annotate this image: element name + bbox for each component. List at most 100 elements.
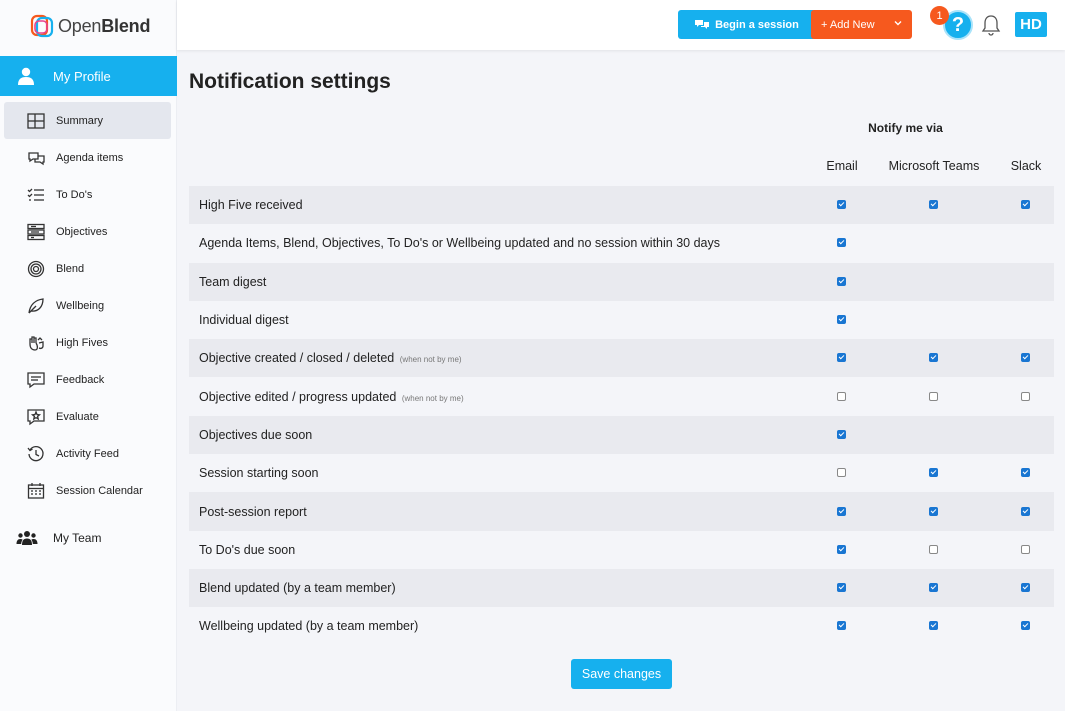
high-five-icon: [26, 333, 46, 353]
my-profile-section[interactable]: My Profile: [0, 56, 177, 96]
column-header-slack: Slack: [1010, 159, 1042, 173]
email-checkbox[interactable]: [837, 544, 846, 554]
teams-checkbox[interactable]: [929, 468, 938, 478]
teams-checkbox[interactable]: [929, 200, 938, 210]
slack-checkbox[interactable]: [1021, 544, 1030, 554]
settings-row-text: Team digest: [199, 274, 267, 289]
logo-text: OpenBlend: [58, 15, 151, 36]
sidebar: OpenBlend My Profile Summary Agenda item…: [0, 0, 177, 711]
openblend-logo[interactable]: OpenBlend: [30, 12, 150, 40]
email-checkbox[interactable]: [837, 276, 846, 286]
settings-row-text: Objective created / closed / deleted: [199, 351, 395, 366]
calendar-icon: [26, 481, 46, 501]
sidebar-item-summary[interactable]: Summary: [4, 102, 171, 139]
sidebar-item-activity-feed[interactable]: Activity Feed: [4, 435, 171, 472]
sidebar-item-label: Activity Feed: [56, 447, 119, 460]
history-icon: [26, 444, 46, 464]
settings-row: Blend updated (by a team member): [189, 568, 1054, 608]
sidebar-item-session-calendar[interactable]: Session Calendar: [4, 472, 171, 509]
openblend-logo-icon: [30, 14, 54, 38]
email-checkbox[interactable]: [837, 238, 846, 248]
my-team-label: My Team: [53, 531, 102, 545]
slack-checkbox[interactable]: [1021, 200, 1030, 210]
teams-checkbox[interactable]: [929, 353, 938, 363]
email-checkbox[interactable]: [837, 315, 846, 325]
sidebar-item-blend[interactable]: Blend: [4, 250, 171, 287]
slack-checkbox[interactable]: [1021, 621, 1030, 631]
settings-row-text: Blend updated (by a team member): [199, 581, 396, 596]
settings-row-label: Post-session report: [199, 505, 307, 519]
sidebar-item-wellbeing[interactable]: Wellbeing: [4, 287, 171, 324]
top-header: Begin a session + Add New ? 1 HD: [177, 0, 1065, 50]
email-checkbox[interactable]: [837, 506, 846, 516]
settings-row-label: High Five received: [199, 198, 303, 212]
add-new-button[interactable]: + Add New: [811, 10, 912, 39]
begin-session-button[interactable]: Begin a session: [678, 10, 816, 39]
slack-checkbox[interactable]: [1021, 506, 1030, 516]
my-team-section[interactable]: My Team: [0, 520, 177, 556]
settings-row: To Do's due soon: [189, 531, 1054, 569]
sidebar-item-evaluate[interactable]: Evaluate: [4, 398, 171, 435]
settings-row: Team digest: [189, 262, 1054, 301]
settings-row-text: To Do's due soon: [199, 542, 296, 557]
bell-icon[interactable]: [981, 14, 1001, 36]
settings-row: Agenda Items, Blend, Objectives, To Do's…: [189, 224, 1054, 262]
leaf-icon: [26, 296, 46, 316]
teams-checkbox[interactable]: [929, 583, 938, 593]
slack-checkbox[interactable]: [1021, 468, 1030, 478]
profile-nav: Summary Agenda items To Do's Objectives …: [4, 102, 171, 509]
objectives-stack-icon: [26, 222, 46, 242]
teams-checkbox[interactable]: [929, 391, 938, 401]
checklist-icon: [26, 185, 46, 205]
save-changes-button[interactable]: Save changes: [571, 659, 672, 689]
email-checkbox[interactable]: [837, 429, 846, 439]
notification-settings-table: High Five received Agenda Items, Blend, O…: [189, 186, 1054, 646]
chevron-down-icon[interactable]: [894, 19, 902, 27]
sidebar-item-feedback[interactable]: Feedback: [4, 361, 171, 398]
teams-checkbox[interactable]: [929, 621, 938, 631]
sidebar-item-objectives[interactable]: Objectives: [4, 213, 171, 250]
settings-row: Objective edited / progress updated (whe…: [189, 377, 1054, 415]
email-checkbox[interactable]: [837, 200, 846, 210]
sidebar-item-label: High Fives: [56, 336, 108, 349]
slack-checkbox[interactable]: [1021, 391, 1030, 401]
teams-checkbox[interactable]: [929, 506, 938, 516]
team-icon: [16, 531, 38, 545]
settings-row: High Five received: [189, 186, 1054, 225]
settings-row-text: Session starting soon: [199, 466, 319, 481]
sidebar-item-label: Blend: [56, 262, 85, 275]
settings-row-text: Objectives due soon: [199, 427, 313, 442]
my-profile-label: My Profile: [53, 68, 111, 84]
email-checkbox[interactable]: [837, 621, 846, 631]
settings-row: Wellbeing updated (by a team member): [189, 607, 1054, 645]
email-checkbox[interactable]: [837, 391, 846, 401]
email-checkbox[interactable]: [837, 353, 846, 363]
settings-row-text: Wellbeing updated (by a team member): [199, 619, 419, 634]
email-checkbox[interactable]: [837, 583, 846, 593]
slack-checkbox[interactable]: [1021, 583, 1030, 593]
sidebar-item-label: Objectives: [56, 225, 108, 238]
page-title: Notification settings: [189, 70, 391, 93]
settings-row: Objectives due soon: [189, 415, 1054, 455]
sidebar-item-high-fives[interactable]: High Fives: [4, 324, 171, 361]
email-checkbox[interactable]: [837, 468, 846, 478]
teams-checkbox[interactable]: [929, 544, 938, 554]
settings-row-label: Objective created / closed / deleted (wh…: [199, 351, 462, 365]
slack-checkbox[interactable]: [1021, 353, 1030, 363]
settings-row: Session starting soon: [189, 454, 1054, 492]
settings-row-text: High Five received: [199, 198, 303, 213]
begin-session-label: Begin a session: [715, 18, 799, 31]
settings-row-text: Agenda Items, Blend, Objectives, To Do's…: [199, 236, 720, 251]
summary-grid-icon: [26, 111, 46, 131]
column-header-email: Email: [826, 159, 858, 173]
sidebar-item-agenda-items[interactable]: Agenda items: [4, 139, 171, 176]
sidebar-item-todos[interactable]: To Do's: [4, 176, 171, 213]
user-avatar[interactable]: HD: [1015, 12, 1047, 37]
settings-row-label: To Do's due soon: [199, 543, 295, 557]
add-new-label: + Add New: [821, 18, 875, 31]
evaluate-star-icon: [26, 407, 46, 427]
settings-row-text: Objective edited / progress updated: [199, 389, 397, 404]
settings-row-label: Team digest: [199, 275, 266, 289]
sidebar-item-label: Summary: [56, 114, 104, 127]
settings-row-label: Wellbeing updated (by a team member): [199, 619, 418, 633]
